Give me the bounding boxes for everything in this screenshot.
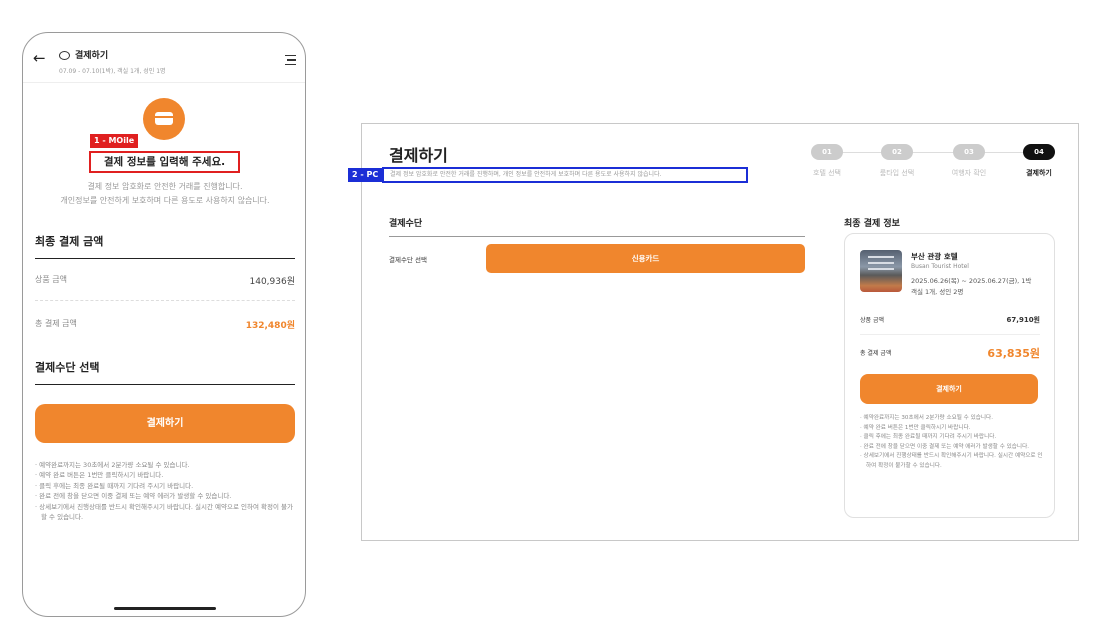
mobile-description-line1: 결제 정보 암호화로 안전한 거래를 진행합니다. [87,182,243,191]
step-02-badge: 02 [881,144,913,160]
mobile-annotation-badge: 1 - MOile [90,134,139,148]
mobile-main-title: 결제 정보를 입력해 주세요. [89,151,240,173]
notice-item: · 예약 완료 버튼은 1번만 클릭하시기 바랍니다. [860,424,971,431]
step-03-label: 여행자 확인 [951,169,987,177]
hotel-name: 부산 관광 호텔 [911,252,958,261]
pc-page-title: 결제하기 [389,146,448,165]
pay-button[interactable]: 결제하기 [35,404,295,443]
mobile-frame: ← 결제하기 07.09 - 07.10(1박), 객실 1개, 성인 1명 1… [22,32,306,617]
summary-card: 부산 관광 호텔 Busan Tourist Hotel 2025.06.26(… [844,233,1055,518]
notice-item: · 예약 완료 버튼은 1번만 클릭하시기 바랍니다. [35,471,164,480]
notice-item: · 클릭 후에는 최종 완료될 때까지 기다려 주시기 바랍니다. [35,481,194,490]
mobile-header-title: 결제하기 [75,51,109,61]
notice-item: · 완료 전에 창을 닫으면 이중 결제 또는 예약 에러가 발생할 수 있습니… [860,443,1029,450]
back-arrow-icon[interactable]: ← [33,51,46,66]
divider [860,334,1040,335]
total-amount-value: 132,480원 [245,321,295,331]
room-guests: 객실 1개, 성인 2명 [911,288,964,296]
pc-annotation-badge: 2 - PC [348,168,383,182]
pc-description: 결제 정보 암호화로 안전한 거래를 진행하며, 개인 정보를 안전하게 보호하… [382,167,748,183]
summary-notice-list: · 예약완료까지는 30초에서 2분가량 소요될 수 있습니다. · 예약 완료 … [860,414,1045,471]
notice-item: · 상세보기에서 진행상태를 반드시 확인해주시기 바랍니다. 실시간 예약으로… [860,453,1043,469]
summary-product-label: 상품 금액 [860,317,884,324]
stay-info: 2025.06.26(목) ~ 2025.06.27(금), 1박 객실 1개,… [911,276,1051,298]
card-icon [59,51,70,60]
product-amount-value: 140,936원 [249,277,296,287]
step-03-badge: 03 [953,144,985,160]
credit-card-icon [143,98,185,140]
pc-payment-section-title: 결제수단 [389,216,805,237]
summary-title: 최종 결제 정보 [844,219,900,229]
mobile-header: ← 결제하기 07.09 - 07.10(1박), 객실 1개, 성인 1명 [23,33,305,83]
hotel-thumbnail [860,250,902,292]
total-amount-label: 총 결제 금액 [35,319,77,328]
summary-pay-button[interactable]: 결제하기 [860,374,1038,404]
product-amount-label: 상품 금액 [35,275,67,284]
notice-item: · 예약완료까지는 30초에서 2분가량 소요될 수 있습니다. [35,461,190,469]
product-amount-row: 상품 금액 140,936원 [35,274,296,287]
divider [35,300,295,301]
hotel-name-en: Busan Tourist Hotel [911,263,969,270]
mobile-description-line2: 개인정보를 안전하게 보호하며 다른 용도로 사용하지 않습니다. [60,196,270,205]
notice-item: · 상세보기에서 진행상태를 반드시 확인해주시기 바랍니다. 실시간 예약으로… [35,502,294,522]
pc-payment-method-label: 결제수단 선택 [389,256,427,264]
mobile-header-subtitle: 07.09 - 07.10(1박), 객실 1개, 성인 1명 [59,68,166,75]
step-04-label: 결제하기 [1026,169,1052,177]
step-connector [842,152,1032,153]
step-01-label: 호텔 선택 [813,169,841,177]
hamburger-menu-icon[interactable] [285,55,296,68]
summary-total-row: 총 결제 금액 63,835원 [860,347,1040,360]
summary-total-label: 총 결제 금액 [860,350,892,357]
pc-frame: 결제하기 2 - PC 결제 정보 암호화로 안전한 거래를 진행하며, 개인 … [348,123,1079,541]
summary-product-row: 상품 금액 67,910원 [860,315,1040,324]
home-indicator [114,607,216,610]
step-04-badge: 04 [1023,144,1055,160]
summary-product-value: 67,910원 [1006,316,1040,324]
notice-item: · 완료 전에 창을 닫으면 이중 결제 또는 예약 에러가 발생할 수 있습니… [35,492,232,501]
step-02-label: 룸타입 선택 [879,169,915,177]
summary-total-value: 63,835원 [987,347,1040,360]
credit-card-button[interactable]: 신용카드 [486,244,805,273]
stay-dates: 2025.06.26(목) ~ 2025.06.27(금), 1박 [911,277,1032,285]
mobile-description: 결제 정보 암호화로 안전한 거래를 진행합니다. 개인정보를 안전하게 보호하… [33,180,297,208]
payment-method-heading: 결제수단 선택 [35,359,295,385]
step-01-badge: 01 [811,144,843,160]
notice-item: · 클릭 후에는 최종 완료될 때까지 기다려 주시기 바랍니다. [860,434,997,440]
mobile-notice-list: · 예약완료까지는 30초에서 2분가량 소요될 수 있습니다. · 예약 완료 … [35,460,297,522]
total-amount-row: 총 결제 금액 132,480원 [35,318,295,331]
notice-item: · 예약완료까지는 30초에서 2분가량 소요될 수 있습니다. [860,415,993,421]
final-amount-heading: 최종 결제 금액 [35,233,295,259]
